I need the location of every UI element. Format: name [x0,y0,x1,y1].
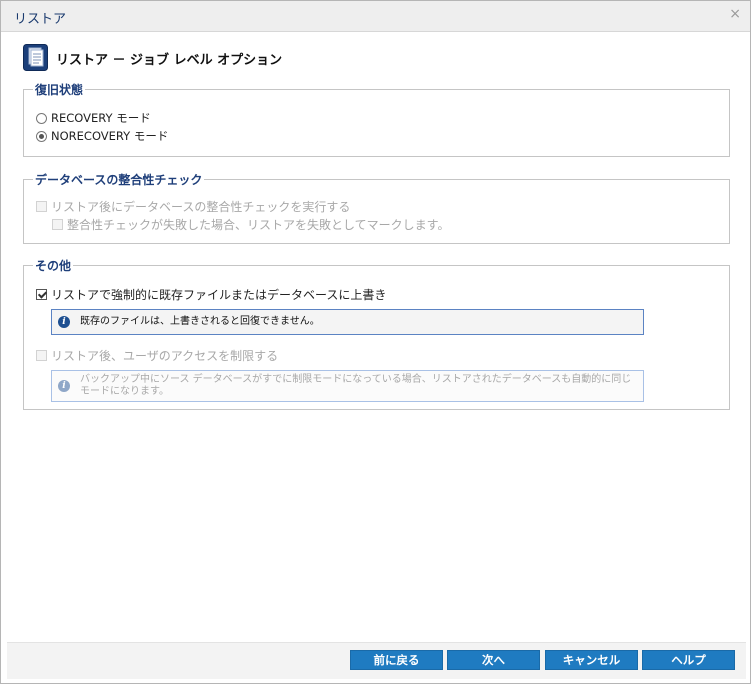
norecovery-mode-option[interactable]: NORECOVERY モード [36,128,168,144]
help-button[interactable]: ヘルプ [642,650,735,670]
recovery-mode-label: RECOVERY モード [51,111,151,125]
restrict-access-info-text: バックアップ中にソース データベースがすでに制限モードになっている場合、リストア… [80,374,632,397]
window-title: リストア [14,12,67,27]
run-consistency-check-label: リストア後にデータベースの整合性チェックを実行する [51,200,351,214]
mark-failed-label: 整合性チェックが失敗した場合、リストアを失敗としてマークします。 [67,218,450,232]
force-overwrite-checkbox[interactable] [36,289,47,300]
force-overwrite-option[interactable]: リストアで強制的に既存ファイルまたはデータベースに上書き [36,286,386,303]
force-overwrite-info-text: 既存のファイルは、上書きされると回復できません。 [80,316,320,327]
norecovery-mode-label: NORECOVERY モード [51,129,169,143]
restore-dialog: リストア × リストア － ジョブ レベル オプション 復旧状態 RECOVER… [0,0,751,684]
title-bar: リストア × [1,1,750,32]
force-overwrite-info-box: i 既存のファイルは、上書きされると回復できません。 [51,309,644,335]
cancel-button[interactable]: キャンセル [545,650,638,670]
document-stack-icon [23,44,48,71]
restrict-access-info-box: i バックアップ中にソース データベースがすでに制限モードになっている場合、リス… [51,370,644,402]
info-icon: i [58,316,70,328]
next-button[interactable]: 次へ [447,650,540,670]
close-icon[interactable]: × [729,5,741,23]
consistency-check-legend: データベースの整合性チェック [35,173,203,187]
force-overwrite-label: リストアで強制的に既存ファイルまたはデータベースに上書き [51,288,387,302]
restrict-access-option: リストア後、ユーザのアクセスを制限する [36,347,278,364]
mark-failed-checkbox[interactable] [52,219,63,230]
run-consistency-check-checkbox[interactable] [36,201,47,212]
mark-failed-option: 整合性チェックが失敗した場合、リストアを失敗としてマークします。 [52,216,449,233]
restrict-access-checkbox[interactable] [36,350,47,361]
run-consistency-check-option: リストア後にデータベースの整合性チェックを実行する [36,198,350,215]
recovery-state-legend: 復旧状態 [35,83,84,97]
recovery-mode-radio[interactable] [36,112,47,124]
norecovery-mode-radio[interactable] [36,130,47,142]
info-icon: i [58,380,70,392]
back-button[interactable]: 前に戻る [350,650,443,670]
page-title: リストア － ジョブ レベル オプション [56,53,283,68]
restrict-access-label: リストア後、ユーザのアクセスを制限する [51,349,279,363]
other-options-legend: その他 [35,259,72,273]
recovery-mode-option[interactable]: RECOVERY モード [36,110,151,126]
